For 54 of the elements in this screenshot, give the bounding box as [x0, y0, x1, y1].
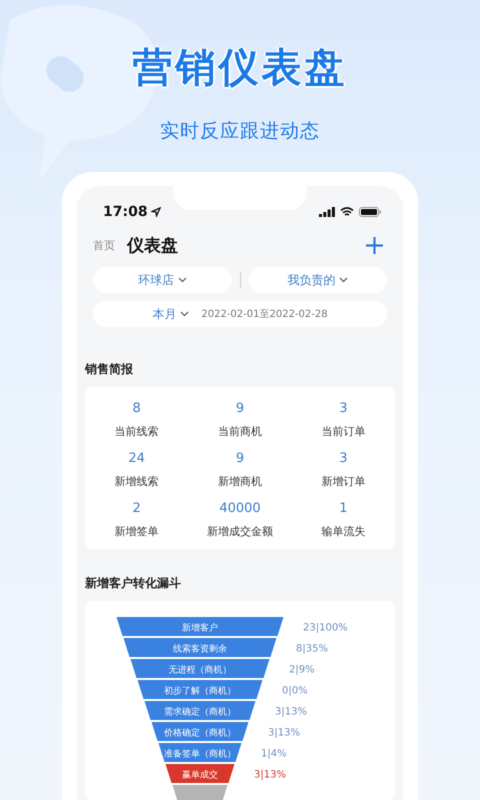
stat-value: 40000	[219, 501, 261, 516]
stat-value: 24	[128, 451, 145, 466]
date-range: 2022-02-01至2022-02-28	[201, 308, 328, 321]
promo-title: 营销仪表盘	[132, 44, 348, 92]
stat-label: 新增签单	[114, 524, 159, 539]
stage-label: 价格确定（商机）	[164, 728, 236, 738]
stat-label: 当前商机	[218, 424, 262, 439]
stage-label: 新增客户	[182, 624, 218, 634]
chevron-down-icon	[339, 277, 348, 283]
page-title: 仪表盘	[127, 235, 179, 257]
battery-icon	[359, 207, 381, 217]
section-title: 销售简报	[85, 361, 134, 378]
stage-value: 1|4%	[261, 748, 287, 760]
stat-value: 3	[339, 401, 348, 416]
stage-label: 线索客资剩余	[173, 644, 227, 654]
stat-label: 新增商机	[218, 474, 262, 489]
stage-label: 需求确定（商机）	[164, 708, 236, 718]
stat-value: 2	[132, 501, 141, 516]
signal-icon	[319, 207, 335, 217]
stage-value: 3|13%	[254, 770, 286, 780]
stat-value: 3	[339, 451, 348, 466]
stat-label: 新增线索	[114, 474, 159, 489]
filter-dropdown[interactable]: 我负责的	[248, 267, 387, 293]
chevron-down-icon	[180, 311, 190, 317]
stat-label: 当前线索	[114, 424, 159, 439]
stage-value: 2|9%	[289, 664, 315, 676]
wifi-icon	[340, 207, 354, 217]
filter-dropdown[interactable]: 环球店	[93, 267, 232, 293]
status-time: 17:08	[103, 204, 148, 220]
stat-value: 9	[236, 401, 244, 416]
chevron-down-icon	[178, 277, 187, 283]
stat-label: 当前订单	[321, 424, 366, 439]
stat-value: 9	[236, 451, 244, 466]
section-title: 新增客户转化漏斗	[85, 575, 182, 592]
date-range-selector[interactable]: 本月 2022-02-01至2022-02-28	[93, 301, 387, 327]
stat-label: 新增订单	[321, 474, 366, 489]
stat-label: 新增成交金额	[206, 524, 273, 539]
stat-label: 输单流失	[321, 524, 366, 539]
stage-value: 23|100%	[303, 622, 348, 634]
stat-value: 8	[132, 401, 141, 416]
period-label: 本月	[152, 306, 176, 322]
stage-label: 初步了解（商机）	[164, 686, 236, 696]
stage-value: 0|0%	[282, 686, 308, 696]
promo-subtitle: 实时反应跟进动态	[160, 119, 320, 144]
location-arrow-icon	[150, 207, 161, 217]
stage-value: 3|13%	[268, 728, 300, 738]
stage-label: 赢单成交	[182, 770, 218, 780]
stage-value: 8|35%	[296, 644, 328, 654]
stage-value: 3|13%	[275, 706, 307, 718]
stage-label: 无进程（商机）	[168, 666, 232, 676]
stage-label: 准备签单（商机）	[164, 750, 236, 760]
add-icon[interactable]	[366, 237, 383, 254]
breadcrumb-link[interactable]: 首页	[93, 238, 115, 253]
stat-value: 1	[339, 501, 348, 516]
